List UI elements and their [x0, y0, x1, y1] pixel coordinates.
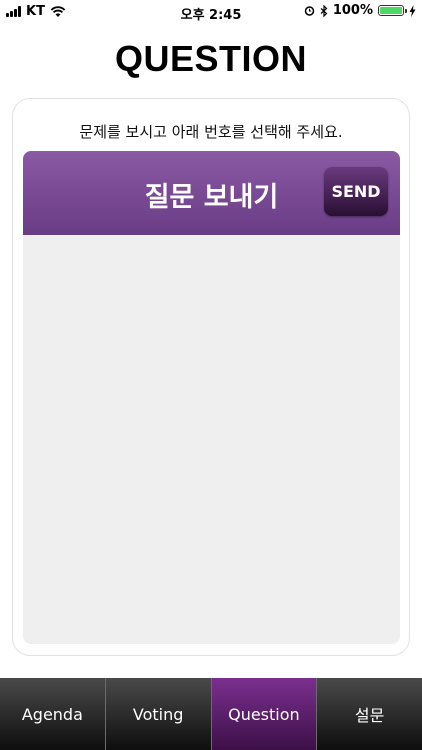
page-title: QUESTION	[114, 38, 307, 79]
panel-header: 질문 보내기 SEND	[23, 151, 400, 235]
question-card: 문제를 보시고 아래 번호를 선택해 주세요. 질문 보내기 SEND	[12, 98, 410, 656]
tab-voting[interactable]: Voting	[106, 678, 212, 750]
status-bar: KT 오후 2:45 100%	[0, 0, 422, 24]
tab-question[interactable]: Question	[211, 678, 318, 750]
battery-icon	[378, 5, 407, 16]
send-button[interactable]: SEND	[324, 167, 388, 216]
instructions-text: 문제를 보시고 아래 번호를 선택해 주세요.	[79, 123, 343, 141]
tab-bar: Agenda Voting Question 설문	[0, 678, 422, 750]
battery-percent: 100%	[332, 3, 373, 18]
bluetooth-icon	[320, 4, 328, 17]
status-right: 100%	[304, 3, 416, 18]
alarm-icon	[304, 6, 315, 16]
tab-agenda[interactable]: Agenda	[0, 678, 106, 750]
question-input[interactable]	[23, 235, 400, 644]
charging-icon	[409, 4, 416, 17]
tab-survey[interactable]: 설문	[317, 678, 422, 750]
